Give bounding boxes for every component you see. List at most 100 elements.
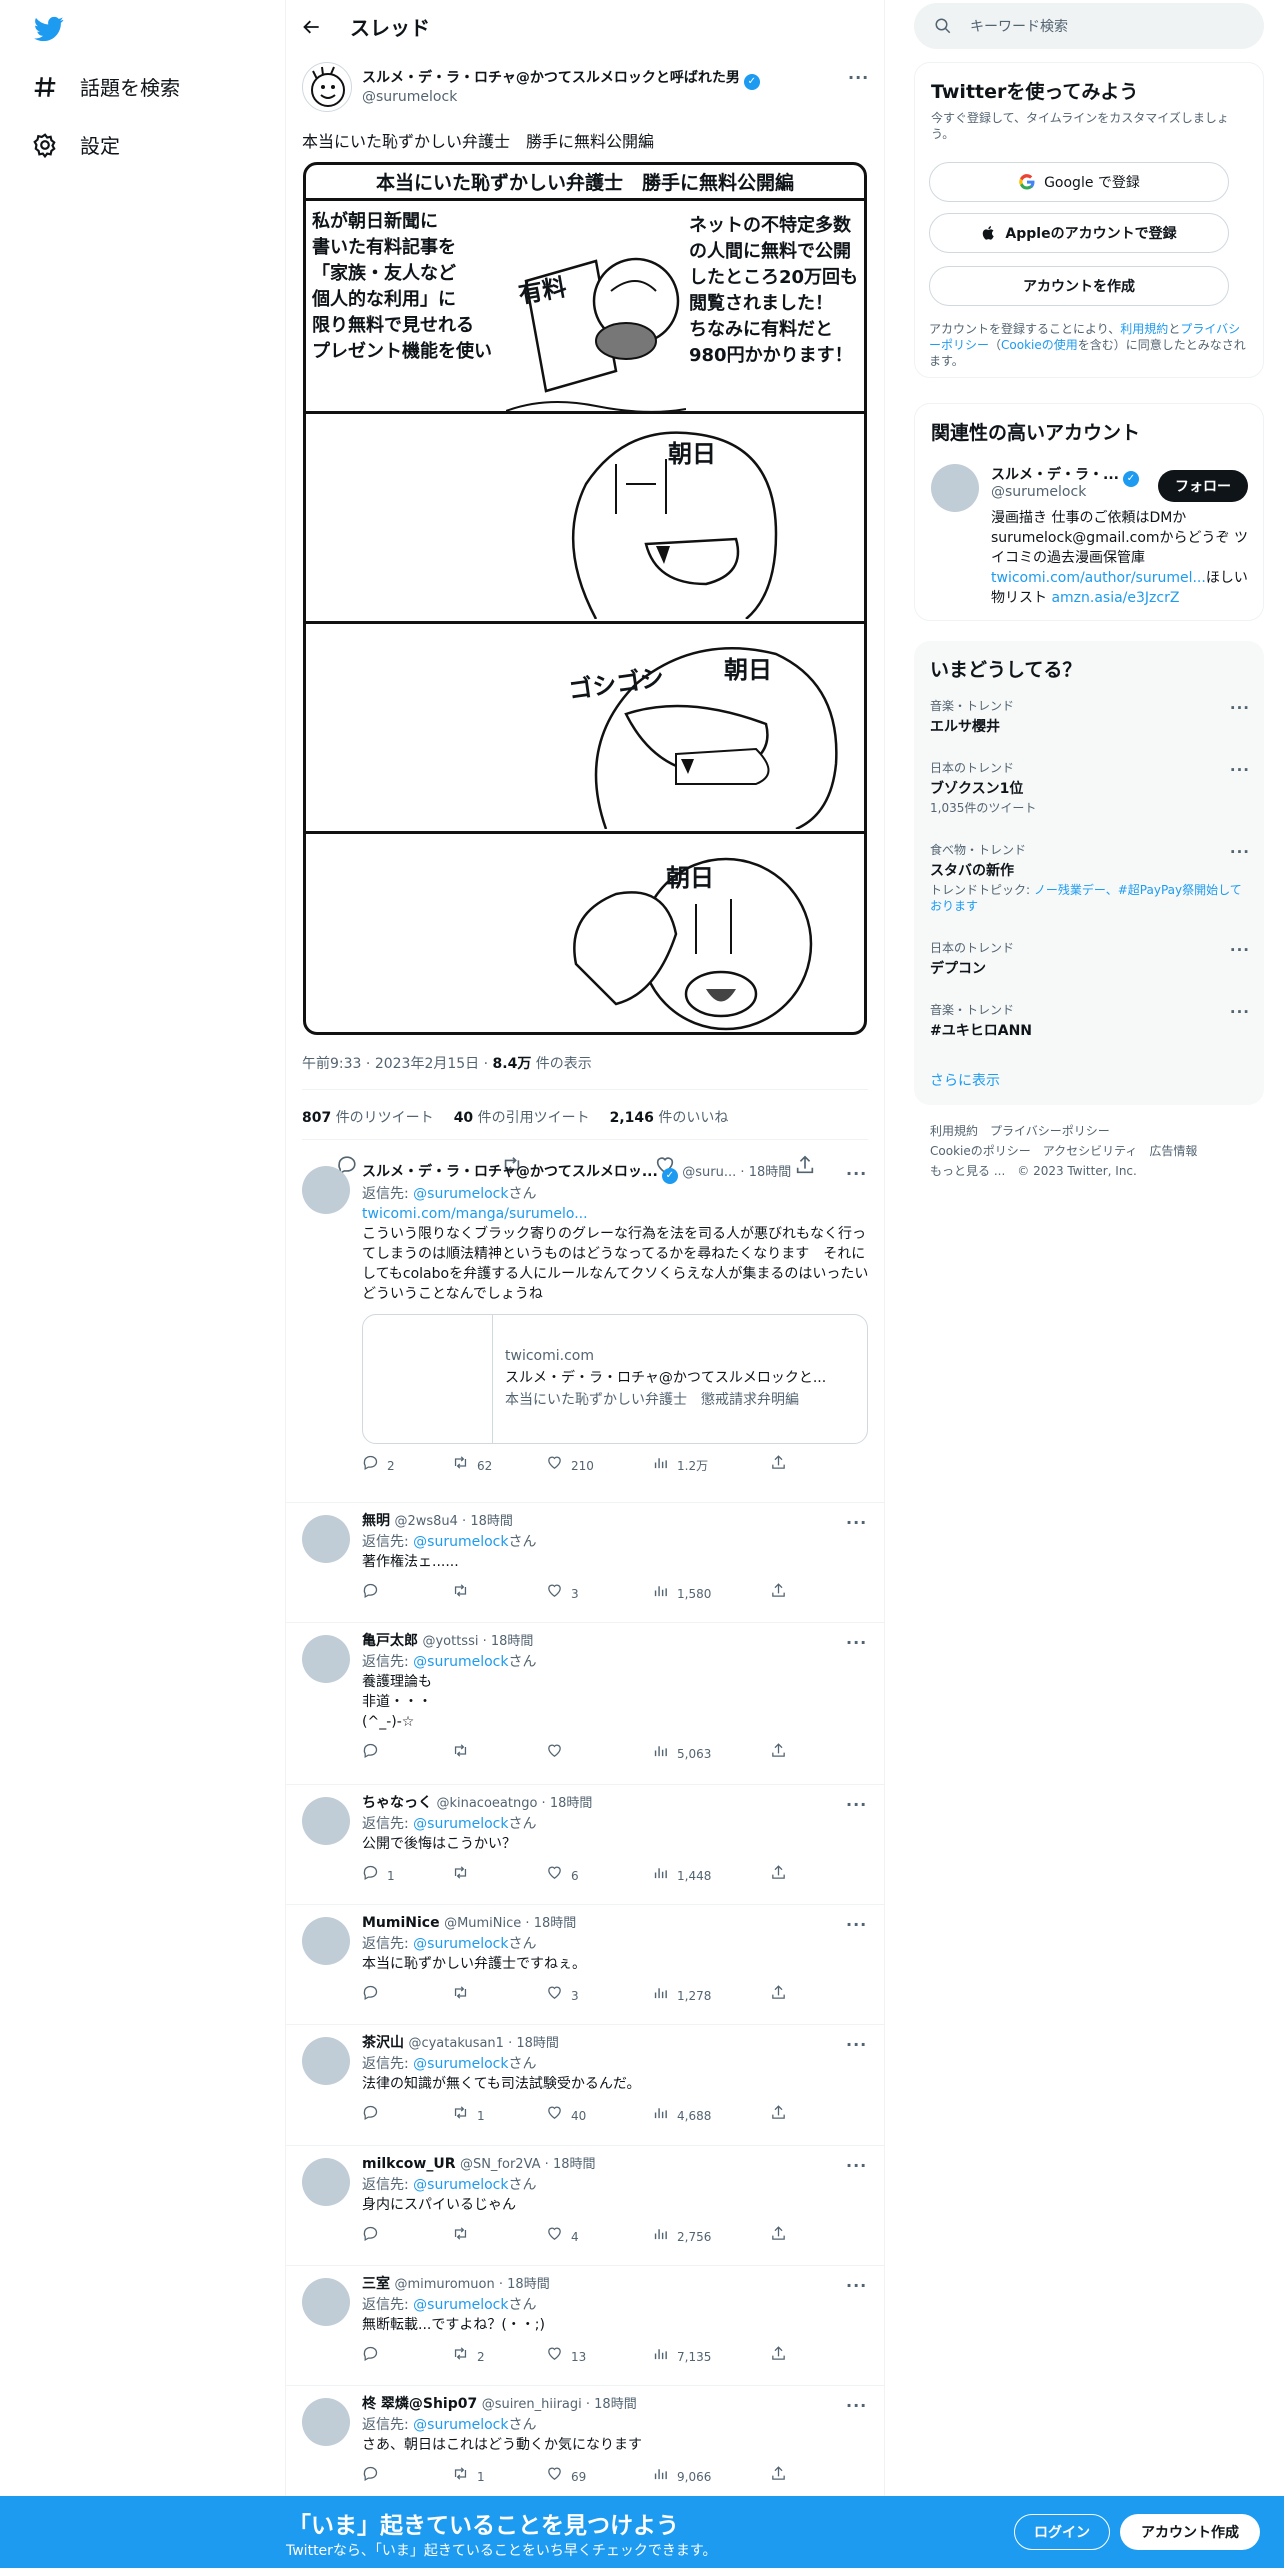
reply-button[interactable]: 2: [362, 1454, 395, 1477]
reply-handle[interactable]: @suru...: [682, 1165, 736, 1180]
reply-tweet[interactable]: 三室 @mimuromuon · 18時間 返信先: @surumelockさん…: [286, 2266, 884, 2386]
retweet-button[interactable]: [452, 1984, 477, 2007]
reply-button[interactable]: [362, 2465, 387, 2488]
share-button[interactable]: [770, 1582, 787, 1605]
related-handle[interactable]: @surumelock: [991, 484, 1086, 500]
trend-item[interactable]: 日本のトレンド デプコン ···: [930, 939, 1250, 978]
reply-tweet[interactable]: milkcow_UR @SN_for2VA · 18時間 返信先: @surum…: [286, 2146, 884, 2266]
like-button[interactable]: 69: [546, 2465, 586, 2488]
more-options-icon[interactable]: ···: [846, 1915, 867, 1934]
like-button[interactable]: 210: [546, 1454, 594, 1477]
tweet-time[interactable]: 午前9:33: [302, 1056, 361, 1072]
footer-line-3[interactable]: もっと見る ... © 2023 Twitter, Inc.: [930, 1161, 1197, 1181]
retweet-button[interactable]: 1: [452, 2465, 485, 2488]
reply-author[interactable]: MumiNice: [362, 1915, 440, 1931]
reply-tweet[interactable]: MumiNice @MumiNice · 18時間 返信先: @surumelo…: [286, 1905, 884, 2025]
like-button[interactable]: [546, 1742, 571, 1765]
reply-author[interactable]: ちゃなっく: [362, 1795, 432, 1811]
trend-item[interactable]: 音楽・トレンド #ユキヒロANN ···: [930, 1001, 1250, 1040]
reply-to-link[interactable]: @surumelock: [413, 2177, 508, 2193]
share-button[interactable]: [770, 2104, 787, 2127]
reply-author[interactable]: 無明: [362, 1513, 390, 1529]
cookie-link[interactable]: Cookieの使用: [1001, 338, 1078, 352]
reply-time[interactable]: 18時間: [553, 2157, 596, 2172]
reply-handle[interactable]: @cyatakusan1: [408, 2036, 504, 2051]
nav-settings[interactable]: 設定: [32, 130, 120, 159]
retweet-button[interactable]: [452, 2225, 477, 2248]
reply-to-link[interactable]: @surumelock: [413, 1816, 508, 1832]
retweet-stat[interactable]: 807 件のリツイート: [302, 1107, 434, 1127]
like-button[interactable]: 40: [546, 2104, 586, 2127]
views-button[interactable]: 9,066: [652, 2465, 711, 2488]
share-button[interactable]: [770, 2465, 787, 2488]
retweet-button[interactable]: 1: [452, 2104, 485, 2127]
reply-author[interactable]: 三室: [362, 2276, 390, 2292]
footer-line-2[interactable]: Cookieのポリシー アクセシビリティ 広告情報: [930, 1141, 1197, 1161]
reply-button[interactable]: [362, 2225, 387, 2248]
reply-author[interactable]: milkcow_UR: [362, 2156, 456, 2172]
tweet-date[interactable]: 2023年2月15日: [375, 1056, 479, 1072]
reply-button[interactable]: [362, 2104, 387, 2127]
reply-avatar[interactable]: [302, 2398, 350, 2446]
reply-tweet[interactable]: 茶沢山 @cyatakusan1 · 18時間 返信先: @surumelock…: [286, 2025, 884, 2146]
share-button[interactable]: [770, 1984, 787, 2007]
reply-handle[interactable]: @suiren_hiiragi: [482, 2397, 582, 2412]
like-stat[interactable]: 2,146 件のいいね: [610, 1107, 729, 1127]
more-options-icon[interactable]: ···: [846, 2276, 867, 2295]
reply-time[interactable]: 18時間: [594, 2397, 637, 2412]
reply-author[interactable]: 亀戸太郎: [362, 1633, 418, 1649]
author-name[interactable]: スルメ・デ・ラ・ロチャ@かつてスルメロックと呼ばれた男: [362, 70, 740, 86]
related-name[interactable]: スルメ・デ・ラ・...: [991, 467, 1119, 483]
reply-to-link[interactable]: @surumelock: [413, 1534, 508, 1550]
reply-time[interactable]: 18時間: [550, 1796, 593, 1811]
like-button[interactable]: 13: [546, 2345, 586, 2368]
author-avatar[interactable]: [302, 62, 352, 112]
views-button[interactable]: 5,063: [652, 1742, 711, 1765]
login-button[interactable]: ログイン: [1014, 2514, 1110, 2550]
share-button[interactable]: [770, 2345, 787, 2368]
reply-time[interactable]: 18時間: [470, 1514, 513, 1529]
reply-tweet[interactable]: スルメ・デ・ラ・ロチャ@かつてスルメロッ... ✓ @suru... · 18時間…: [286, 1154, 884, 1503]
reply-to-link[interactable]: @surumelock: [413, 1186, 508, 1202]
trend-item[interactable]: 日本のトレンド ブゾクスン1位 1,035件のツイート ···: [930, 759, 1250, 816]
reply-handle[interactable]: @2ws8u4: [394, 1514, 457, 1529]
reply-link[interactable]: twicomi.com/manga/surumelo...: [362, 1206, 588, 1222]
reply-time[interactable]: 18時間: [507, 2277, 550, 2292]
back-arrow-icon[interactable]: [302, 17, 322, 37]
reply-to-link[interactable]: @surumelock: [413, 1936, 508, 1952]
more-options-icon[interactable]: ···: [1230, 761, 1250, 779]
reply-tweet[interactable]: 柊 翠燐@Ship07 @suiren_hiiragi · 18時間 返信先: …: [286, 2386, 884, 2506]
retweet-button[interactable]: 62: [452, 1454, 492, 1477]
related-avatar[interactable]: [931, 464, 979, 512]
retweet-button[interactable]: [452, 1864, 477, 1887]
reply-button[interactable]: [362, 1742, 387, 1765]
follow-button[interactable]: フォロー: [1158, 470, 1248, 502]
retweet-button[interactable]: [452, 1742, 477, 1765]
more-options-icon[interactable]: ···: [846, 1795, 867, 1814]
reply-avatar[interactable]: [302, 2278, 350, 2326]
tweet-image[interactable]: 本当にいた恥ずかしい弁護士 勝手に無料公開編 私が朝日新聞に 書いた有料記事を …: [303, 162, 867, 1035]
twitter-logo-icon[interactable]: [32, 14, 66, 44]
reply-time[interactable]: 18時間: [491, 1634, 534, 1649]
like-button[interactable]: 6: [546, 1864, 579, 1887]
trend-item[interactable]: 食べ物・トレンド スタバの新作 トレンドトピック: ノー残業デー、#超PayPay…: [930, 841, 1250, 914]
more-options-icon[interactable]: ···: [846, 1164, 867, 1183]
reply-tweet[interactable]: 無明 @2ws8u4 · 18時間 返信先: @surumelockさん 著作権…: [286, 1503, 884, 1623]
more-options-icon[interactable]: ···: [846, 1633, 867, 1652]
related-bio-link[interactable]: twicomi.com/author/surumel...: [991, 570, 1206, 586]
reply-button[interactable]: [362, 1582, 387, 1605]
search-box[interactable]: キーワード検索: [914, 3, 1264, 49]
reply-to-link[interactable]: @surumelock: [413, 2056, 508, 2072]
reply-author[interactable]: スルメ・デ・ラ・ロチャ@かつてスルメロッ...: [362, 1164, 658, 1180]
more-options-icon[interactable]: ···: [846, 2396, 867, 2415]
reply-avatar[interactable]: [302, 1797, 350, 1845]
more-options-icon[interactable]: ···: [1230, 699, 1250, 717]
reply-to-link[interactable]: @surumelock: [413, 2417, 508, 2433]
retweet-button[interactable]: [452, 1582, 477, 1605]
views-button[interactable]: 7,135: [652, 2345, 711, 2368]
link-card[interactable]: twicomi.com スルメ・デ・ラ・ロチャ@かつてスルメロックと... 本当…: [362, 1314, 868, 1444]
reply-time[interactable]: 18時間: [749, 1165, 792, 1180]
apple-signup-button[interactable]: Appleのアカウントで登録: [929, 213, 1229, 253]
reply-time[interactable]: 18時間: [516, 2036, 559, 2051]
trend-item[interactable]: 音楽・トレンド エルサ櫻井 ···: [930, 697, 1250, 736]
